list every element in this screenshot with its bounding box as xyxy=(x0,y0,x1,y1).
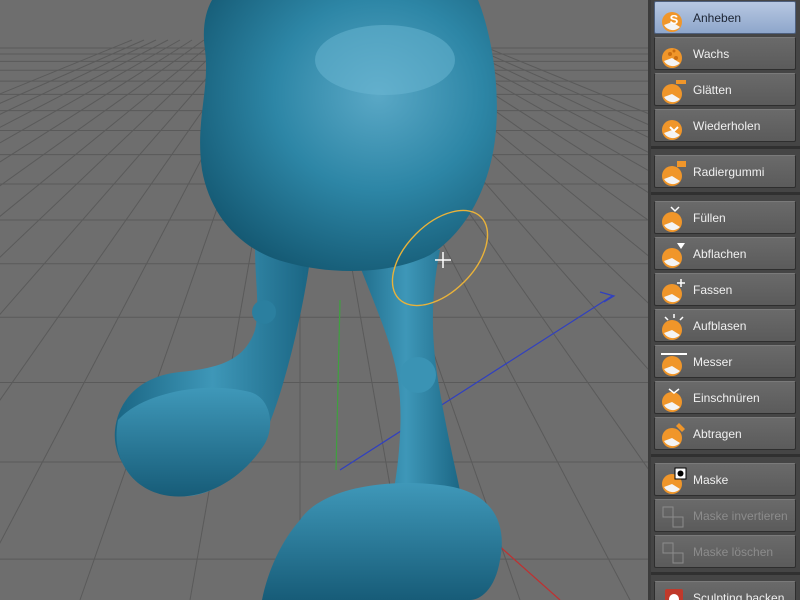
3d-viewport[interactable] xyxy=(0,0,648,600)
tool-maske-invertieren[interactable]: Maske invertieren xyxy=(654,499,796,532)
separator xyxy=(651,454,800,457)
separator xyxy=(651,146,800,149)
tool-label: Maske xyxy=(693,473,729,487)
inflate-brush-icon xyxy=(659,313,689,341)
smooth-brush-icon xyxy=(659,77,689,105)
tool-fuellen[interactable]: Füllen xyxy=(654,201,796,234)
svg-text:S: S xyxy=(670,12,679,27)
axis-arrow-head xyxy=(599,291,616,303)
z-axis-line xyxy=(339,295,613,471)
tool-abflachen[interactable]: Abflachen xyxy=(654,237,796,270)
tool-label: Aufblasen xyxy=(693,319,747,333)
back-knee-bump xyxy=(252,300,276,324)
tool-label: Füllen xyxy=(693,211,726,225)
tool-label: Maske invertieren xyxy=(693,509,788,523)
tool-label: Abtragen xyxy=(693,427,742,441)
clear-mask-icon xyxy=(659,539,689,567)
tool-wachs[interactable]: Wachs xyxy=(654,37,796,70)
grab-brush-icon xyxy=(659,277,689,305)
mask-brush-icon xyxy=(659,467,689,495)
tool-abtragen[interactable]: Abtragen xyxy=(654,417,796,450)
tool-fassen[interactable]: Fassen xyxy=(654,273,796,306)
tool-einschnueren[interactable]: Einschnüren xyxy=(654,381,796,414)
tool-label: Maske löschen xyxy=(693,545,774,559)
y-axis-line xyxy=(335,299,341,471)
sculpt-tools-panel: S Anheben Wachs Glätten Wiederholen Radie… xyxy=(651,0,800,600)
tool-anheben[interactable]: S Anheben xyxy=(654,1,796,34)
tool-label: Sculpting backen... xyxy=(693,591,795,600)
eraser-brush-icon xyxy=(659,159,689,187)
tool-messer[interactable]: Messer xyxy=(654,345,796,378)
model-highlight xyxy=(315,25,455,95)
tool-label: Wiederholen xyxy=(693,119,761,133)
bake-sculpt-icon xyxy=(659,585,689,600)
tool-maske-loeschen[interactable]: Maske löschen xyxy=(654,535,796,568)
tool-label: Glätten xyxy=(693,83,732,97)
fill-brush-icon xyxy=(659,205,689,233)
viewport-canvas[interactable] xyxy=(0,0,648,600)
separator xyxy=(651,192,800,195)
tool-label: Radiergummi xyxy=(693,165,765,179)
pinch-brush-icon xyxy=(659,385,689,413)
tool-sculpting-backen[interactable]: Sculpting backen... xyxy=(654,581,796,600)
tool-label: Wachs xyxy=(693,47,730,61)
knee-bump xyxy=(400,357,436,393)
tool-label: Abflachen xyxy=(693,247,747,261)
tool-aufblasen[interactable]: Aufblasen xyxy=(654,309,796,342)
tool-label: Anheben xyxy=(693,11,742,25)
invert-mask-icon xyxy=(659,503,689,531)
separator xyxy=(651,572,800,575)
tool-radiergummi[interactable]: Radiergummi xyxy=(654,155,796,188)
repeat-brush-icon xyxy=(659,113,689,141)
tool-label: Fassen xyxy=(693,283,733,297)
tool-label: Einschnüren xyxy=(693,391,760,405)
knife-brush-icon xyxy=(659,349,689,377)
wax-brush-icon xyxy=(659,41,689,69)
model-front-foot xyxy=(262,483,502,600)
flatten-brush-icon xyxy=(659,241,689,269)
tool-maske[interactable]: Maske xyxy=(654,463,796,496)
lift-brush-icon: S xyxy=(659,5,689,33)
scrape-brush-icon xyxy=(659,421,689,449)
sculpt-model[interactable] xyxy=(114,0,502,600)
tool-label: Messer xyxy=(693,355,733,369)
tool-wiederholen[interactable]: Wiederholen xyxy=(654,109,796,142)
model-back-foot xyxy=(116,387,271,497)
tool-glaetten[interactable]: Glätten xyxy=(654,73,796,106)
